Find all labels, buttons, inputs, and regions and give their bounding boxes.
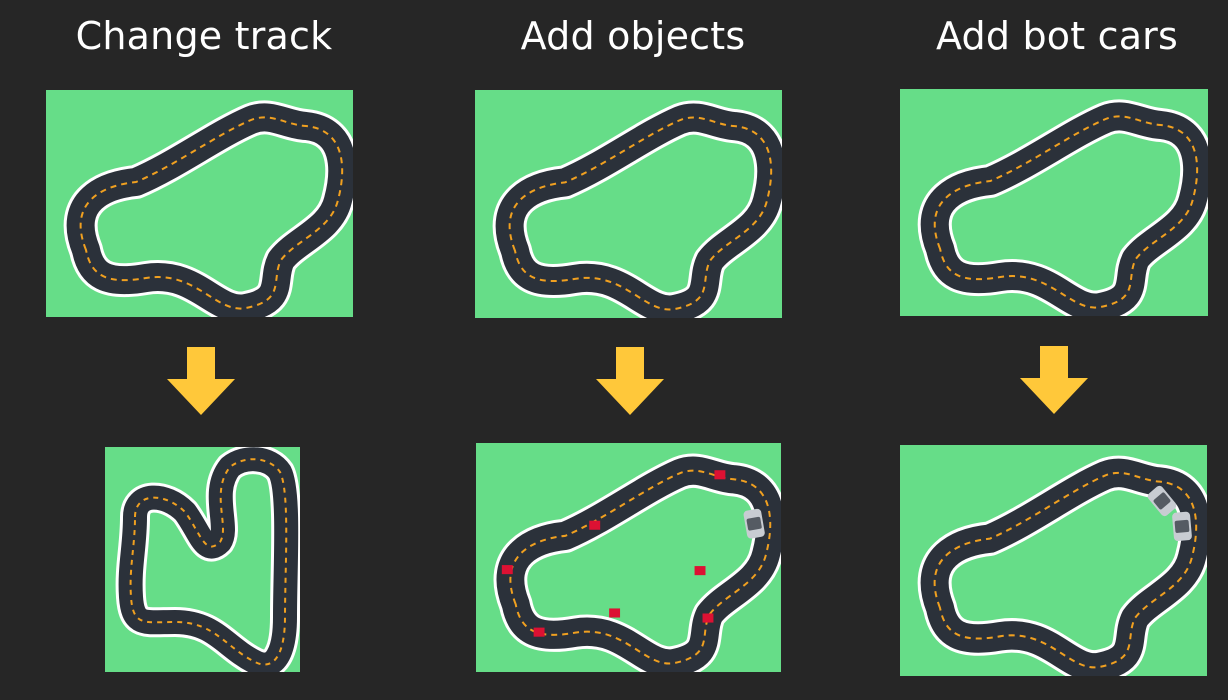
obstacle-box-icon — [714, 470, 726, 480]
title-change-track: Change track — [75, 14, 333, 58]
obstacle-box-icon — [694, 566, 706, 576]
bot-cars-track-panel — [900, 445, 1207, 676]
down-arrow-icon — [167, 347, 235, 415]
new-track-panel — [105, 447, 300, 672]
original-track-panel-3 — [900, 89, 1208, 316]
original-track-panel-2 — [475, 90, 782, 318]
obstacle-box-icon — [702, 613, 714, 623]
objects-track-panel — [476, 443, 781, 672]
obstacle-box-icon — [589, 520, 601, 530]
obstacle-box-icon — [533, 627, 545, 637]
oval-track-bot-cars — [900, 445, 1207, 676]
down-arrow-icon — [596, 347, 664, 415]
obstacle-box-icon — [609, 608, 621, 618]
oval-track-2 — [475, 90, 782, 318]
down-arrow-icon — [1020, 346, 1088, 414]
original-track-panel-1 — [46, 90, 353, 317]
loop-track — [105, 447, 300, 672]
obstacle-box-icon — [501, 565, 513, 575]
oval-track-1 — [46, 90, 353, 317]
oval-track-3 — [900, 89, 1208, 316]
bot-car-icon — [1172, 511, 1192, 542]
title-add-bot-cars: Add bot cars — [936, 14, 1178, 58]
title-add-objects: Add objects — [520, 14, 746, 58]
oval-track-objects — [476, 443, 781, 672]
